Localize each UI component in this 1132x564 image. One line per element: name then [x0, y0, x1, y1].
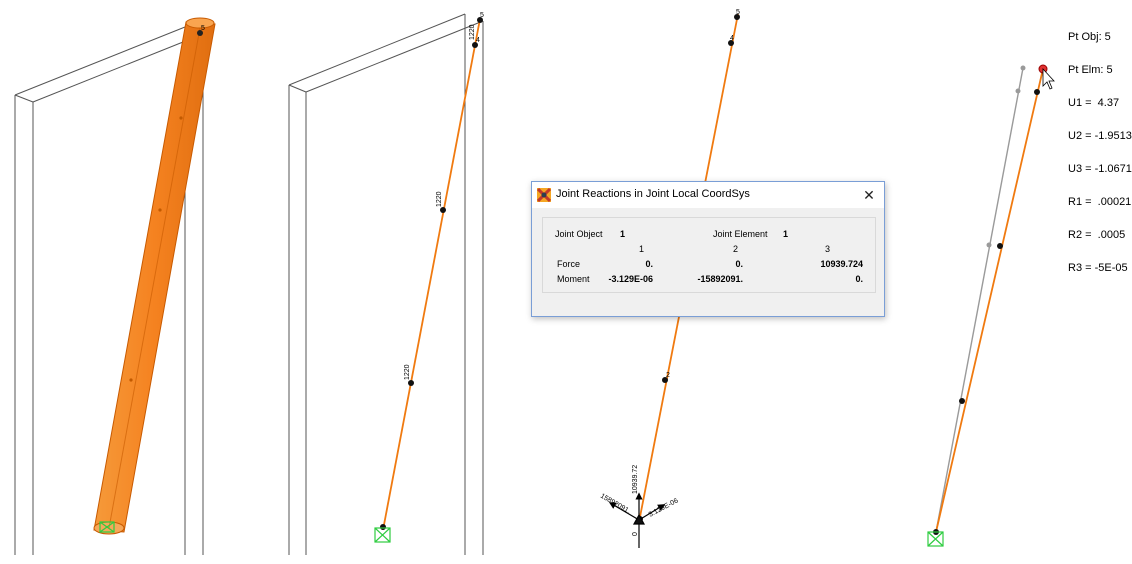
joint-label-top: 5: [201, 25, 205, 32]
reaction-force-zero: 0: [632, 532, 639, 536]
pane-section-view: 5 4 1220 1220 1220: [288, 12, 484, 555]
close-icon: ✕: [863, 187, 875, 203]
joint-label-2: 2: [666, 372, 670, 379]
column-header-1: 1: [639, 244, 645, 254]
joint-reactions-dialog[interactable]: Joint Reactions in Joint Local CoordSys …: [531, 181, 885, 317]
force-value-2: 0.: [735, 259, 743, 269]
joint-label-4: 4: [476, 37, 480, 44]
readout-u2: U2 = -1.9513: [1068, 130, 1132, 142]
joint-element-label: Joint Element: [713, 229, 768, 239]
joint-label-5: 5: [736, 9, 740, 16]
mouse-cursor-icon: [1042, 67, 1055, 90]
readout-u1: U1 = 4.37: [1068, 97, 1120, 109]
joint-label-4: 4: [730, 35, 734, 42]
dialog-titlebar[interactable]: Joint Reactions in Joint Local CoordSys …: [532, 182, 884, 208]
row-label-moment: Moment: [557, 274, 590, 284]
reactions-panel: Joint Object 1 Joint Element 1 1 2 3 For…: [542, 217, 876, 293]
joint-element-value: 1: [783, 229, 789, 239]
row-label-force: Force: [557, 259, 581, 269]
force-value-3: 10939.724: [820, 259, 863, 269]
readout-u3: U3 = -1.0671: [1068, 163, 1132, 175]
dialog-title: Joint Reactions in Joint Local CoordSys: [556, 188, 750, 200]
moment-value-1: -3.129E-06: [608, 274, 653, 284]
readout-pt-elm: Pt Elm: 5: [1068, 64, 1113, 76]
support-fixed-icon: [374, 527, 391, 543]
readout-r1: R1 = .00021: [1068, 196, 1132, 208]
column-tube: [93, 17, 216, 535]
section-label-mid: 1220: [436, 191, 443, 207]
deformed-member: [935, 68, 1044, 533]
force-value-1: 0.: [645, 259, 653, 269]
app-logo-icon: [537, 188, 551, 202]
joint-object-value: 1: [620, 229, 626, 239]
reaction-moment-left: 15892091.: [599, 493, 631, 516]
readout-pt-obj: Pt Obj: 5: [1068, 31, 1111, 43]
pane-deformed-view: 5: [927, 64, 1055, 547]
joint-object-label: Joint Object: [555, 229, 603, 239]
section-label-low: 1220: [404, 364, 411, 380]
column-header-3: 3: [825, 244, 831, 254]
readout-r2: R2 = .0005: [1068, 229, 1126, 241]
joint-label-5: 5: [480, 12, 484, 19]
wall-frame: [288, 13, 484, 555]
joint-displacement-readout: Pt Obj: 5 Pt Elm: 5 U1 = 4.37 U2 = -1.95…: [1068, 10, 1132, 285]
close-button[interactable]: ✕: [856, 184, 882, 206]
undeformed-member: [935, 67, 1024, 533]
moment-value-3: 0.: [855, 274, 863, 284]
column-header-2: 2: [733, 244, 739, 254]
reaction-force-vertical: 10939.72: [632, 465, 639, 494]
moment-value-2: -15892091.: [697, 274, 743, 284]
section-label-top: 1220: [469, 24, 476, 40]
readout-r3: R3 = -5E-05: [1068, 262, 1128, 274]
pane-extruded-view: 5: [14, 17, 216, 555]
reaction-moment-right: 3.129E-06: [648, 497, 680, 518]
